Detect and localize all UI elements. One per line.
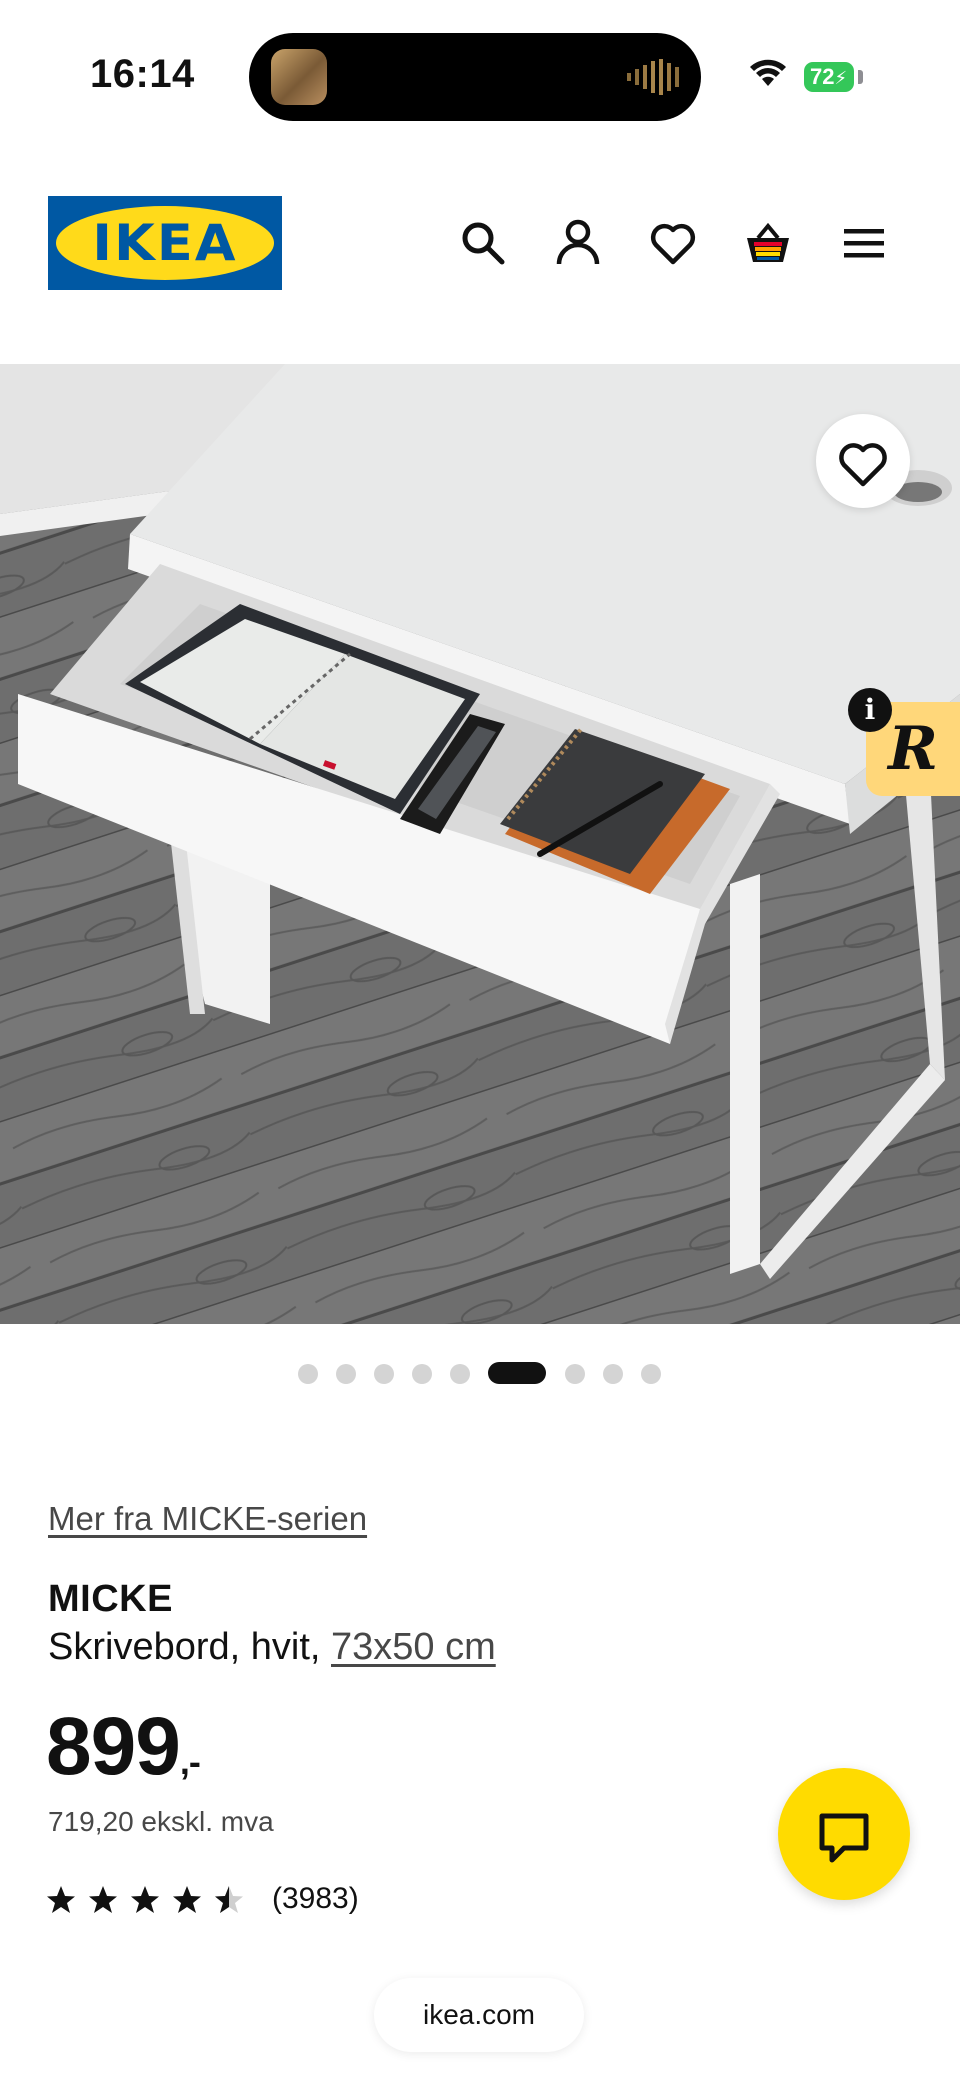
price-suffix: ,- xyxy=(179,1741,201,1782)
wifi-icon xyxy=(750,59,786,86)
battery-indicator: 72⚡ xyxy=(804,62,854,92)
audio-waveform-icon xyxy=(627,59,679,95)
add-to-favourites-button[interactable] xyxy=(816,414,910,508)
desk-photo xyxy=(0,364,960,1324)
site-header: IKEA xyxy=(0,150,960,364)
chat-button[interactable] xyxy=(778,1768,910,1900)
product-description: Skrivebord, hvit, 73x50 cm xyxy=(48,1626,496,1669)
browser-url[interactable]: ikea.com xyxy=(374,1978,584,2052)
logo-text: IKEA xyxy=(92,214,238,272)
product-size-link[interactable]: 73x50 cm xyxy=(331,1626,496,1668)
product-price: 899,- xyxy=(46,1700,201,1794)
gallery-dot[interactable] xyxy=(565,1364,585,1384)
price-excl-vat: 719,20 ekskl. mva xyxy=(48,1806,274,1837)
now-playing-artwork xyxy=(271,49,327,105)
gallery-dot-active[interactable] xyxy=(488,1362,546,1384)
star-icons xyxy=(47,1886,243,1913)
gallery-dot[interactable] xyxy=(336,1364,356,1384)
rating-stars[interactable] xyxy=(46,1880,256,1920)
info-icon[interactable]: i xyxy=(848,688,892,732)
gallery-dot[interactable] xyxy=(298,1364,318,1384)
product-image[interactable] xyxy=(0,364,960,1324)
ikea-logo[interactable]: IKEA xyxy=(48,196,282,290)
gallery-dot[interactable] xyxy=(603,1364,623,1384)
search-icon[interactable] xyxy=(458,218,508,268)
series-link[interactable]: Mer fra MICKE-serien xyxy=(48,1500,367,1538)
menu-icon[interactable] xyxy=(840,218,890,268)
gallery-pagination xyxy=(0,1362,960,1384)
chat-icon xyxy=(819,1813,869,1863)
heart-icon xyxy=(839,443,887,487)
account-icon[interactable] xyxy=(553,218,603,268)
dynamic-island[interactable] xyxy=(249,33,701,121)
rating-count[interactable]: (3983) xyxy=(272,1882,359,1916)
status-time: 16:14 xyxy=(90,52,195,96)
battery-cap xyxy=(858,70,863,84)
price-value: 899 xyxy=(46,1701,181,1792)
gallery-dot[interactable] xyxy=(412,1364,432,1384)
product-description-text: Skrivebord, hvit, xyxy=(48,1626,331,1668)
battery-level: 72 xyxy=(810,64,835,89)
gallery-dot[interactable] xyxy=(374,1364,394,1384)
gallery-dot[interactable] xyxy=(641,1364,661,1384)
cart-icon[interactable] xyxy=(743,218,793,268)
gallery-dot[interactable] xyxy=(450,1364,470,1384)
favourites-icon[interactable] xyxy=(648,218,698,268)
product-name: MICKE xyxy=(48,1578,173,1620)
status-bar: 16:14 72⚡ xyxy=(0,0,960,150)
